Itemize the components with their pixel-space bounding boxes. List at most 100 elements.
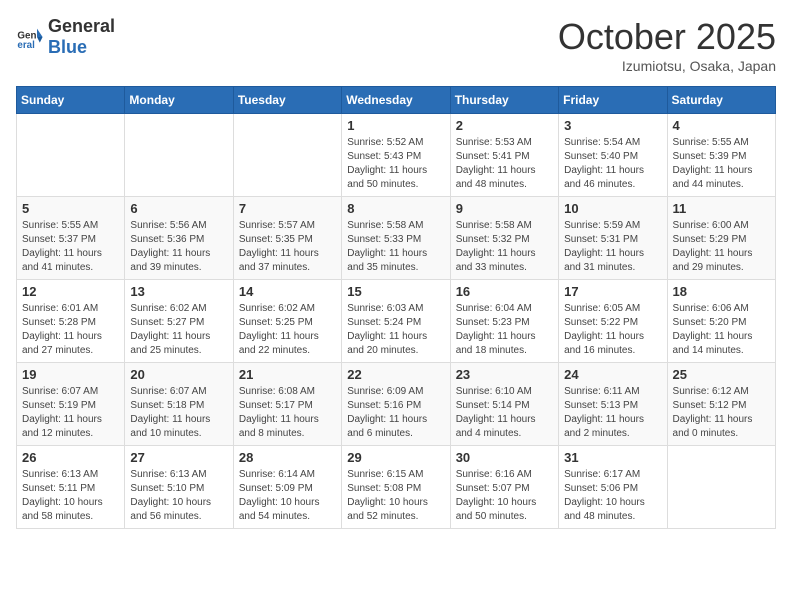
page-header: Gen eral General Blue October 2025 Izumi… [16, 16, 776, 74]
day-number: 12 [22, 284, 119, 299]
calendar-cell: 20 Sunrise: 6:07 AM Sunset: 5:18 PM Dayli… [125, 363, 233, 446]
day-number: 14 [239, 284, 336, 299]
calendar-cell [667, 446, 775, 529]
day-number: 4 [673, 118, 770, 133]
day-info: Sunrise: 6:17 AM Sunset: 5:06 PM Dayligh… [564, 468, 661, 524]
day-info: Sunrise: 5:58 AM Sunset: 5:32 PM Dayligh… [456, 219, 553, 275]
calendar-cell: 14Sunrise: 6:02 AM Sunset: 5:25 PM Dayli… [233, 280, 341, 363]
day-number: 8 [347, 201, 444, 216]
day-number: 24 [564, 367, 661, 382]
svg-text:eral: eral [17, 40, 35, 51]
day-info: Sunrise: 6:16 AM Sunset: 5:07 PM Dayligh… [456, 468, 553, 524]
day-number: 22 [347, 367, 444, 382]
calendar-week-5: 26 Sunrise: 6:13 AM Sunset: 5:11 PM Dayli… [17, 446, 776, 529]
day-number: 10 [564, 201, 661, 216]
calendar-cell: 28 Sunrise: 6:14 AM Sunset: 5:09 PM Dayli… [233, 446, 341, 529]
col-header-tuesday: Tuesday [233, 87, 341, 114]
day-number: 28 [239, 450, 336, 465]
calendar-cell: 25Sunrise: 6:12 AM Sunset: 5:12 PM Dayli… [667, 363, 775, 446]
day-number: 17 [564, 284, 661, 299]
calendar-cell: 3 Sunrise: 5:54 AM Sunset: 5:40 PM Daylig… [559, 114, 667, 197]
day-info: Sunrise: 6:09 AM Sunset: 5:16 PM Dayligh… [347, 385, 444, 441]
calendar-cell: 9 Sunrise: 5:58 AM Sunset: 5:32 PM Daylig… [450, 197, 558, 280]
calendar-week-2: 5Sunrise: 5:55 AM Sunset: 5:37 PM Daylig… [17, 197, 776, 280]
day-info: Sunrise: 5:55 AM Sunset: 5:37 PM Dayligh… [22, 219, 119, 275]
month-title: October 2025 [558, 16, 776, 58]
calendar-cell: 4 Sunrise: 5:55 AM Sunset: 5:39 PM Daylig… [667, 114, 775, 197]
day-info: Sunrise: 5:56 AM Sunset: 5:36 PM Dayligh… [130, 219, 227, 275]
day-number: 6 [130, 201, 227, 216]
day-number: 3 [564, 118, 661, 133]
day-number: 25 [673, 367, 770, 382]
day-info: Sunrise: 5:54 AM Sunset: 5:40 PM Dayligh… [564, 136, 661, 192]
calendar-cell: 30 Sunrise: 6:16 AM Sunset: 5:07 PM Dayli… [450, 446, 558, 529]
logo-general: General [48, 16, 115, 36]
day-info: Sunrise: 6:06 AM Sunset: 5:20 PM Dayligh… [673, 302, 770, 358]
title-block: October 2025 Izumiotsu, Osaka, Japan [558, 16, 776, 74]
day-number: 29 [347, 450, 444, 465]
day-number: 2 [456, 118, 553, 133]
day-info: Sunrise: 6:13 AM Sunset: 5:10 PM Dayligh… [130, 468, 227, 524]
day-info: Sunrise: 6:13 AM Sunset: 5:11 PM Dayligh… [22, 468, 119, 524]
calendar-cell: 23 Sunrise: 6:10 AM Sunset: 5:14 PM Dayli… [450, 363, 558, 446]
calendar-cell: 2 Sunrise: 5:53 AM Sunset: 5:41 PM Daylig… [450, 114, 558, 197]
day-number: 26 [22, 450, 119, 465]
day-info: Sunrise: 5:57 AM Sunset: 5:35 PM Dayligh… [239, 219, 336, 275]
day-number: 7 [239, 201, 336, 216]
day-number: 19 [22, 367, 119, 382]
day-number: 9 [456, 201, 553, 216]
day-number: 23 [456, 367, 553, 382]
day-number: 30 [456, 450, 553, 465]
day-number: 13 [130, 284, 227, 299]
calendar-cell: 31 Sunrise: 6:17 AM Sunset: 5:06 PM Dayli… [559, 446, 667, 529]
day-number: 21 [239, 367, 336, 382]
day-info: Sunrise: 6:02 AM Sunset: 5:27 PM Dayligh… [130, 302, 227, 358]
calendar-week-4: 19 Sunrise: 6:07 AM Sunset: 5:19 PM Dayli… [17, 363, 776, 446]
calendar-cell [233, 114, 341, 197]
col-header-thursday: Thursday [450, 87, 558, 114]
calendar-cell: 5Sunrise: 5:55 AM Sunset: 5:37 PM Daylig… [17, 197, 125, 280]
col-header-monday: Monday [125, 87, 233, 114]
day-info: Sunrise: 6:07 AM Sunset: 5:18 PM Dayligh… [130, 385, 227, 441]
day-number: 20 [130, 367, 227, 382]
day-number: 16 [456, 284, 553, 299]
calendar-week-1: 1Sunrise: 5:52 AM Sunset: 5:43 PM Daylig… [17, 114, 776, 197]
calendar-header-row: SundayMondayTuesdayWednesdayThursdayFrid… [17, 87, 776, 114]
calendar-cell: 12 Sunrise: 6:01 AM Sunset: 5:28 PM Dayli… [17, 280, 125, 363]
day-info: Sunrise: 6:04 AM Sunset: 5:23 PM Dayligh… [456, 302, 553, 358]
day-info: Sunrise: 6:03 AM Sunset: 5:24 PM Dayligh… [347, 302, 444, 358]
day-info: Sunrise: 6:14 AM Sunset: 5:09 PM Dayligh… [239, 468, 336, 524]
day-info: Sunrise: 6:01 AM Sunset: 5:28 PM Dayligh… [22, 302, 119, 358]
calendar-cell: 18Sunrise: 6:06 AM Sunset: 5:20 PM Dayli… [667, 280, 775, 363]
col-header-friday: Friday [559, 87, 667, 114]
day-info: Sunrise: 5:58 AM Sunset: 5:33 PM Dayligh… [347, 219, 444, 275]
logo-blue: Blue [48, 37, 87, 57]
calendar-cell: 1Sunrise: 5:52 AM Sunset: 5:43 PM Daylig… [342, 114, 450, 197]
logo-icon: Gen eral [16, 23, 44, 51]
calendar-cell: 13 Sunrise: 6:02 AM Sunset: 5:27 PM Dayli… [125, 280, 233, 363]
calendar-cell: 11Sunrise: 6:00 AM Sunset: 5:29 PM Dayli… [667, 197, 775, 280]
day-info: Sunrise: 6:07 AM Sunset: 5:19 PM Dayligh… [22, 385, 119, 441]
day-info: Sunrise: 5:55 AM Sunset: 5:39 PM Dayligh… [673, 136, 770, 192]
calendar-cell: 17 Sunrise: 6:05 AM Sunset: 5:22 PM Dayli… [559, 280, 667, 363]
logo-text: General Blue [48, 16, 115, 58]
calendar-cell: 21 Sunrise: 6:08 AM Sunset: 5:17 PM Dayli… [233, 363, 341, 446]
calendar-cell: 16 Sunrise: 6:04 AM Sunset: 5:23 PM Dayli… [450, 280, 558, 363]
day-info: Sunrise: 6:05 AM Sunset: 5:22 PM Dayligh… [564, 302, 661, 358]
day-info: Sunrise: 5:53 AM Sunset: 5:41 PM Dayligh… [456, 136, 553, 192]
calendar-cell: 7 Sunrise: 5:57 AM Sunset: 5:35 PM Daylig… [233, 197, 341, 280]
calendar-cell: 29 Sunrise: 6:15 AM Sunset: 5:08 PM Dayli… [342, 446, 450, 529]
calendar-cell: 22 Sunrise: 6:09 AM Sunset: 5:16 PM Dayli… [342, 363, 450, 446]
calendar-cell: 27Sunrise: 6:13 AM Sunset: 5:10 PM Dayli… [125, 446, 233, 529]
day-info: Sunrise: 6:08 AM Sunset: 5:17 PM Dayligh… [239, 385, 336, 441]
day-number: 31 [564, 450, 661, 465]
day-number: 1 [347, 118, 444, 133]
day-info: Sunrise: 6:11 AM Sunset: 5:13 PM Dayligh… [564, 385, 661, 441]
day-info: Sunrise: 6:15 AM Sunset: 5:08 PM Dayligh… [347, 468, 444, 524]
day-number: 15 [347, 284, 444, 299]
day-info: Sunrise: 6:10 AM Sunset: 5:14 PM Dayligh… [456, 385, 553, 441]
day-info: Sunrise: 5:59 AM Sunset: 5:31 PM Dayligh… [564, 219, 661, 275]
calendar-cell: 6 Sunrise: 5:56 AM Sunset: 5:36 PM Daylig… [125, 197, 233, 280]
col-header-sunday: Sunday [17, 87, 125, 114]
calendar-cell: 19 Sunrise: 6:07 AM Sunset: 5:19 PM Dayli… [17, 363, 125, 446]
